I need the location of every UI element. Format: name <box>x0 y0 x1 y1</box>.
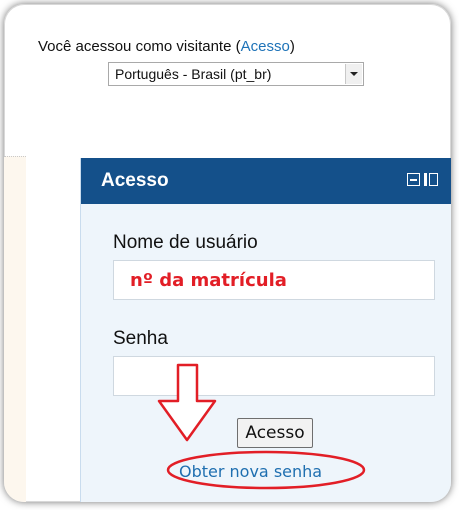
page-frame: Você acessou como visitante (Acesso) Por… <box>4 4 451 502</box>
highlight-ellipse-annotation <box>166 450 366 490</box>
down-arrow-annotation-icon <box>157 363 217 442</box>
annotation-overlay <box>157 363 366 490</box>
